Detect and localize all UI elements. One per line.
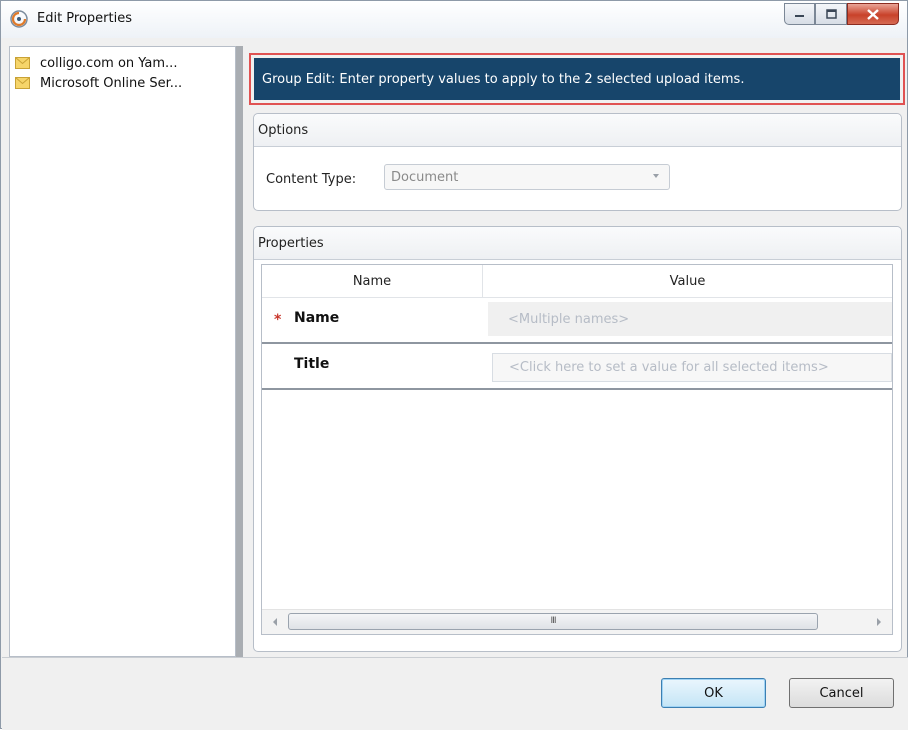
properties-group: Properties Name Value * Name <Multiple n…: [253, 226, 902, 652]
table-row: * Name <Multiple names>: [262, 298, 892, 344]
maximize-button[interactable]: [815, 3, 847, 25]
group-edit-banner-text: Group Edit: Enter property values to app…: [254, 58, 900, 100]
dialog-footer: OK Cancel: [2, 657, 908, 730]
envelope-icon: [15, 57, 30, 69]
title-bar[interactable]: Edit Properties: [1, 1, 907, 38]
property-name: Name: [294, 310, 340, 326]
app-icon: [10, 10, 28, 28]
tree-item-label: colligo.com on Yam...: [40, 55, 178, 71]
property-name: Title: [294, 356, 330, 372]
maximize-icon: [825, 9, 837, 19]
scroll-left-icon[interactable]: [273, 618, 277, 626]
tree-item-label: Microsoft Online Ser...: [40, 75, 183, 91]
properties-header: Properties: [254, 227, 901, 260]
content-type-label: Content Type:: [266, 172, 357, 187]
column-header-name[interactable]: Name: [262, 265, 483, 297]
content-type-dropdown[interactable]: Document: [384, 164, 670, 190]
window-title: Edit Properties: [37, 11, 133, 26]
options-group: Options Content Type: Document: [253, 113, 902, 211]
edit-properties-window: Edit Properties colligo.com on Yam... Mi…: [0, 0, 908, 730]
options-header: Options: [254, 114, 901, 147]
group-edit-banner: Group Edit: Enter property values to app…: [249, 53, 905, 105]
chevron-down-icon: [653, 174, 659, 178]
table-row: Title <Click here to set a value for all…: [262, 344, 892, 390]
close-button[interactable]: [847, 3, 899, 25]
required-marker: *: [274, 312, 282, 328]
close-icon: [867, 8, 879, 20]
minimize-button[interactable]: [784, 3, 815, 25]
property-value-title[interactable]: <Click here to set a value for all selec…: [492, 353, 892, 382]
tree-item-colligo[interactable]: colligo.com on Yam...: [15, 53, 178, 73]
pane-splitter[interactable]: [236, 46, 243, 657]
content-type-value: Document: [391, 169, 459, 185]
properties-grid[interactable]: Name Value * Name <Multiple names> Title…: [261, 264, 893, 635]
minimize-icon: [794, 15, 804, 17]
scroll-right-icon[interactable]: [877, 618, 881, 626]
ok-button[interactable]: OK: [661, 678, 766, 708]
grid-header-row: Name Value: [262, 265, 892, 298]
column-header-value[interactable]: Value: [483, 265, 892, 297]
property-value-name[interactable]: <Multiple names>: [488, 302, 892, 336]
cancel-button[interactable]: Cancel: [789, 678, 894, 708]
envelope-icon: [15, 77, 30, 89]
scroll-thumb[interactable]: III: [288, 613, 818, 630]
window-controls: [784, 3, 899, 27]
tree-item-microsoft-online[interactable]: Microsoft Online Ser...: [15, 73, 183, 93]
upload-items-tree[interactable]: colligo.com on Yam... Microsoft Online S…: [9, 46, 236, 657]
horizontal-scrollbar[interactable]: III: [262, 609, 892, 634]
